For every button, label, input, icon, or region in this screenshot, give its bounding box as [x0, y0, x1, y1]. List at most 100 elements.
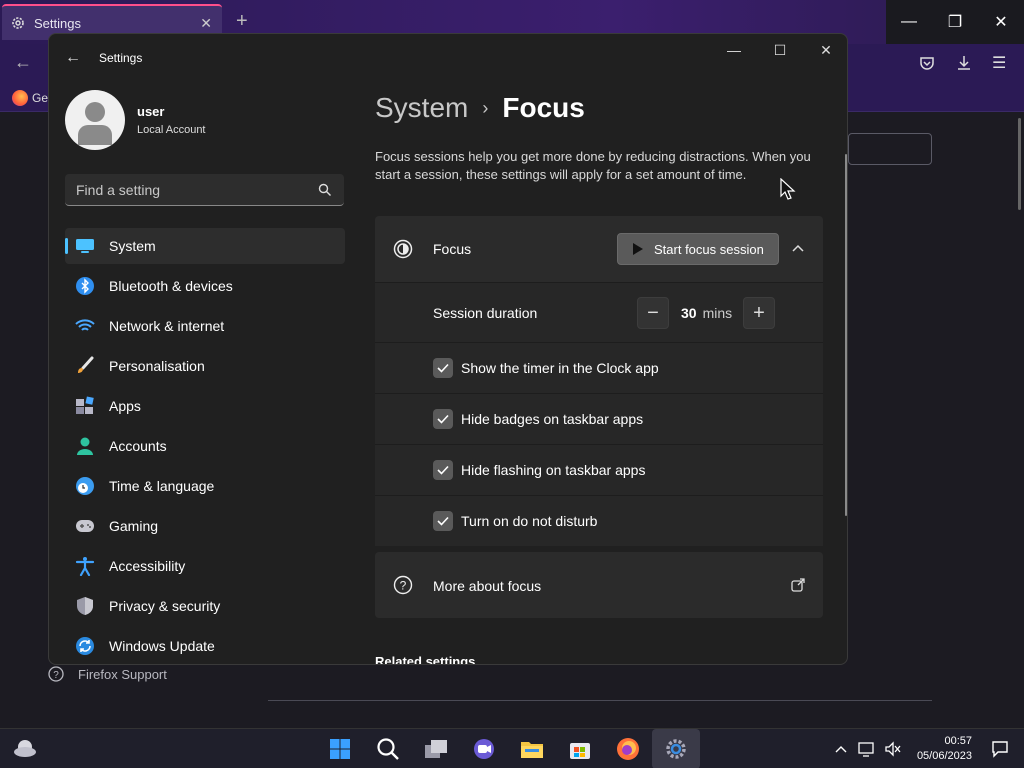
sidebar-item-label: Accounts — [109, 438, 167, 454]
search-box[interactable] — [65, 174, 344, 206]
sidebar-item-accessibility[interactable]: Accessibility — [65, 548, 345, 584]
wifi-icon — [75, 316, 95, 336]
minimize-button[interactable]: — — [886, 0, 932, 44]
session-duration-label: Session duration — [433, 305, 538, 321]
svg-text:?: ? — [53, 670, 59, 681]
weather-icon[interactable] — [12, 737, 38, 764]
option-do-not-disturb[interactable]: Turn on do not disturb — [375, 495, 823, 546]
settings-window: ← Settings — ☐ ✕ user Local Account Syst… — [48, 33, 848, 665]
windows-logo-icon — [330, 739, 350, 759]
file-explorer-button[interactable] — [508, 729, 556, 768]
clock-time: 00:57 — [944, 735, 972, 747]
close-button[interactable]: ✕ — [978, 0, 1024, 44]
new-tab-button[interactable]: + — [236, 10, 248, 33]
back-arrow-icon[interactable]: ← — [14, 52, 32, 73]
checkbox-checked-icon[interactable] — [433, 511, 453, 531]
more-about-focus-link[interactable]: ? More about focus — [375, 552, 823, 618]
update-icon — [75, 636, 95, 656]
search-input[interactable] — [76, 181, 306, 198]
brush-icon — [75, 356, 95, 376]
sidebar-item-time-language[interactable]: Time & language — [65, 468, 345, 504]
option-show-timer[interactable]: Show the timer in the Clock app — [375, 342, 823, 393]
firefox-scrollbar[interactable] — [1018, 118, 1021, 210]
sidebar-item-label: Personalisation — [109, 358, 205, 374]
start-button[interactable] — [316, 729, 364, 768]
search-icon — [377, 738, 399, 760]
firefox-button[interactable] — [604, 729, 652, 768]
firefox-support-label: Firefox Support — [78, 666, 167, 682]
content-scrollbar[interactable] — [845, 154, 847, 516]
duration-value: 30 mins — [681, 305, 733, 321]
sidebar-item-privacy[interactable]: Privacy & security — [65, 588, 345, 624]
download-icon[interactable] — [955, 54, 973, 77]
search-icon[interactable] — [318, 183, 332, 197]
avatar — [65, 90, 125, 150]
option-label: Hide badges on taskbar apps — [461, 411, 644, 427]
checkbox-checked-icon[interactable] — [433, 358, 453, 378]
gear-icon — [12, 17, 24, 29]
search-button[interactable] — [364, 729, 412, 768]
chevron-up-icon[interactable] — [791, 242, 805, 256]
clock[interactable]: 00:57 05/06/2023 — [917, 734, 972, 764]
gamepad-icon — [75, 516, 95, 536]
store-icon — [570, 743, 590, 759]
focus-card[interactable]: Focus Start focus session — [375, 216, 823, 282]
sidebar-item-system[interactable]: System — [65, 228, 345, 264]
sidebar-item-label: Privacy & security — [109, 598, 221, 614]
maximize-button[interactable]: ☐ — [757, 34, 803, 66]
start-focus-session-button[interactable]: Start focus session — [617, 233, 779, 265]
decrease-duration-button[interactable]: − — [637, 297, 669, 329]
user-profile[interactable]: user Local Account — [65, 90, 206, 150]
start-focus-session-label: Start focus session — [654, 241, 764, 257]
chevron-up-icon[interactable] — [829, 745, 853, 753]
close-tab-icon[interactable]: ✕ — [200, 15, 212, 32]
play-icon — [633, 243, 643, 255]
sidebar-item-gaming[interactable]: Gaming — [65, 508, 345, 544]
option-hide-badges[interactable]: Hide badges on taskbar apps — [375, 393, 823, 444]
focus-label: Focus — [433, 241, 472, 257]
sidebar-item-label: Network & internet — [109, 318, 225, 334]
firefox-logo-icon — [12, 90, 28, 106]
sidebar-item-windows-update[interactable]: Windows Update — [65, 628, 345, 664]
sidebar-item-label: Accessibility — [109, 558, 186, 574]
firefox-icon — [617, 738, 639, 760]
checkbox-checked-icon[interactable] — [433, 460, 453, 480]
sidebar-item-accounts[interactable]: Accounts — [65, 428, 345, 464]
settings-titlebar: ← Settings — ☐ ✕ — [49, 34, 847, 82]
increase-duration-button[interactable]: + — [743, 297, 775, 329]
firefox-page-search[interactable] — [848, 133, 932, 165]
close-button[interactable]: ✕ — [803, 34, 847, 66]
person-icon — [75, 436, 95, 456]
globe-clock-icon — [75, 476, 95, 496]
sidebar-item-label: Time & language — [109, 478, 215, 494]
sidebar-item-bluetooth[interactable]: Bluetooth & devices — [65, 268, 345, 304]
checkbox-checked-icon[interactable] — [433, 409, 453, 429]
user-name: user — [137, 104, 165, 119]
sidebar-item-personalisation[interactable]: Personalisation — [65, 348, 345, 384]
page-description: Focus sessions help you get more done by… — [375, 149, 811, 182]
apps-icon — [75, 396, 95, 416]
minimize-button[interactable]: — — [711, 34, 757, 66]
microsoft-store-button[interactable] — [556, 729, 604, 768]
window-title: Settings — [99, 51, 143, 65]
pocket-icon[interactable] — [918, 54, 936, 77]
menu-icon[interactable]: ☰ — [992, 53, 1006, 73]
settings-app-button[interactable] — [652, 729, 700, 768]
teams-chat-button[interactable] — [460, 729, 508, 768]
option-label: Show the timer in the Clock app — [461, 360, 659, 376]
firefox-support-link[interactable]: ? Firefox Support — [48, 666, 167, 682]
network-icon[interactable] — [855, 741, 879, 757]
task-view-button[interactable] — [412, 729, 460, 768]
external-link-icon — [791, 578, 805, 592]
focus-icon — [393, 239, 413, 259]
breadcrumb-parent[interactable]: System — [375, 92, 468, 124]
back-arrow-icon[interactable]: ← — [65, 49, 85, 67]
notifications-icon[interactable] — [986, 740, 1014, 758]
clock-date: 05/06/2023 — [916, 750, 972, 762]
related-settings-heading: Related settings — [375, 654, 476, 665]
restore-button[interactable]: ❐ — [932, 0, 978, 44]
sidebar-item-apps[interactable]: Apps — [65, 388, 345, 424]
sidebar-item-network[interactable]: Network & internet — [65, 308, 345, 344]
option-hide-flashing[interactable]: Hide flashing on taskbar apps — [375, 444, 823, 495]
volume-muted-icon[interactable] — [881, 741, 905, 757]
